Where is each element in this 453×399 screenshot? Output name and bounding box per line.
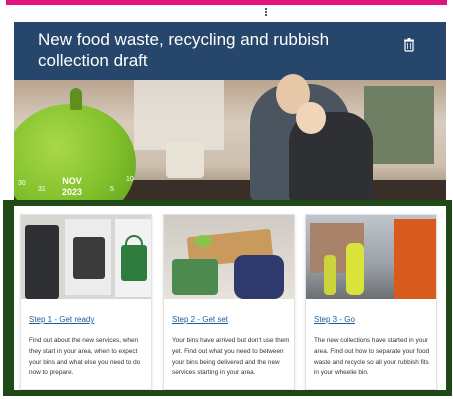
collection-truck bbox=[394, 219, 436, 299]
hero-photo: NOV 2023 30 31 5 10 bbox=[14, 74, 446, 202]
divider-tick bbox=[265, 8, 267, 16]
step-2-image bbox=[164, 215, 294, 299]
timer-mark: 30 bbox=[18, 180, 26, 187]
food-caddy bbox=[172, 259, 218, 295]
step-card-2: Step 2 - Get set Your bins have arrived … bbox=[163, 214, 295, 390]
photo-child-head bbox=[296, 102, 326, 134]
step-card-3: Step 3 - Go The new collections have sta… bbox=[305, 214, 437, 390]
step-2-link[interactable]: Step 2 - Get set bbox=[172, 315, 228, 324]
apple-timer-stem bbox=[70, 88, 82, 110]
timer-year: 2023 bbox=[62, 187, 83, 197]
bin-icon bbox=[404, 38, 414, 52]
top-accent-bar bbox=[6, 0, 447, 5]
food-caddy bbox=[121, 245, 147, 281]
step-2-description: Your bins have arrived but don't use the… bbox=[172, 337, 290, 377]
photo-garden bbox=[364, 86, 434, 164]
page-title: New food waste, recycling and rubbish co… bbox=[38, 30, 330, 70]
steps-section: Step 1 - Get ready Find out about the ne… bbox=[14, 206, 446, 390]
photo-window bbox=[134, 80, 224, 150]
step-3-description: The new collections have started in your… bbox=[314, 337, 430, 377]
timer-month: NOV bbox=[62, 176, 82, 186]
collection-worker bbox=[346, 243, 364, 295]
step-1-image bbox=[21, 215, 151, 299]
step-card-1: Step 1 - Get ready Find out about the ne… bbox=[20, 214, 152, 390]
step-3-image bbox=[306, 215, 436, 299]
timer-mark: 5 bbox=[110, 186, 114, 193]
hero-banner: New food waste, recycling and rubbish co… bbox=[14, 22, 446, 202]
timer-date: NOV 2023 bbox=[62, 176, 82, 198]
step-1-link[interactable]: Step 1 - Get ready bbox=[29, 315, 94, 324]
wheelie-bin bbox=[25, 225, 59, 299]
step-1-description: Find out about the new services, when th… bbox=[29, 337, 141, 377]
photo-food-caddy bbox=[166, 142, 204, 178]
timer-mark: 10 bbox=[126, 176, 134, 183]
banner-header: New food waste, recycling and rubbish co… bbox=[14, 22, 446, 80]
timer-mark: 31 bbox=[38, 186, 46, 193]
kitchen-caddy bbox=[73, 237, 105, 279]
step-3-link[interactable]: Step 3 - Go bbox=[314, 315, 355, 324]
